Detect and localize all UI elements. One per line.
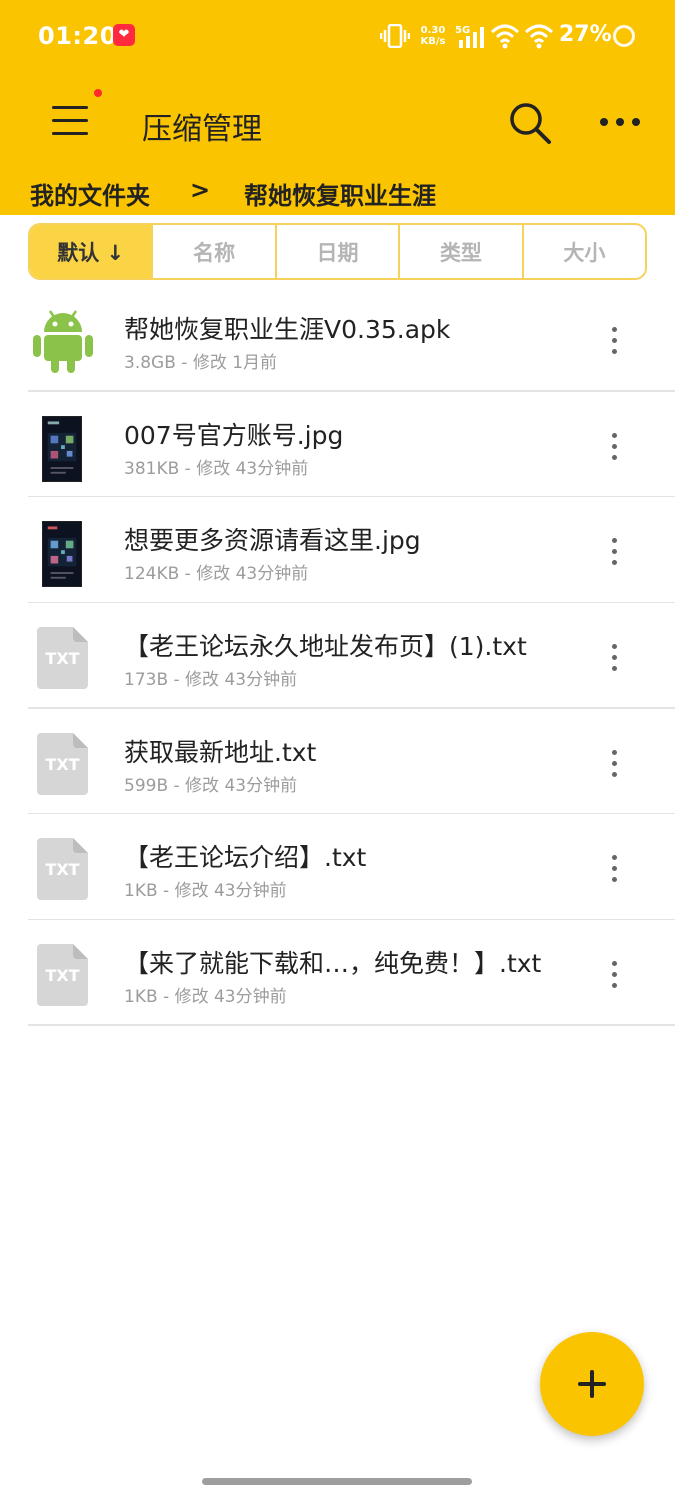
qr-image-thumbnail-icon [42, 415, 82, 482]
file-more-menu-icon[interactable] [596, 638, 632, 678]
wifi-icon-secondary [524, 24, 554, 49]
sort-tab-default[interactable]: 默认 ↓ [30, 225, 154, 278]
file-row[interactable]: TXT 【老王论坛永久地址发布页】(1).txt 173B - 修改 43分钟前 [0, 603, 675, 709]
txt-icon-label: TXT [45, 966, 80, 986]
file-name: 【来了就能下载和…，纯免费！】.txt [124, 949, 542, 979]
breadcrumb-separator: > [190, 176, 211, 204]
file-name: 想要更多资源请看这里.jpg [124, 526, 421, 556]
cellular-signal-icon: 5G [455, 25, 484, 48]
net-speed-value: 0.30 [420, 25, 446, 36]
status-bar: 01:20 ❤ 0.30 KB/s 5G 27% [0, 0, 675, 72]
file-meta: 173B - 修改 43分钟前 [124, 670, 298, 691]
notification-app-icon: ❤ [113, 24, 135, 46]
sort-tabs: 默认 ↓ 名称 日期 类型 大小 [28, 223, 647, 280]
txt-icon-label: TXT [45, 860, 80, 880]
add-button[interactable] [540, 1332, 644, 1436]
net-speed-unit: KB/s [420, 36, 446, 47]
txt-file-icon: TXT [30, 830, 96, 902]
file-meta: 1KB - 修改 43分钟前 [124, 881, 287, 902]
battery-icon [613, 25, 635, 47]
file-more-menu-icon[interactable] [596, 744, 632, 784]
sort-tab-type[interactable]: 类型 [400, 225, 524, 278]
file-list: 帮她恢复职业生涯V0.35.apk 3.8GB - 修改 1月前 007号官方账… [0, 286, 675, 1026]
txt-file-icon: TXT [30, 619, 96, 691]
image-thumbnail [30, 408, 96, 482]
file-row[interactable]: 帮她恢复职业生涯V0.35.apk 3.8GB - 修改 1月前 [0, 286, 675, 392]
file-row[interactable]: 想要更多资源请看这里.jpg 124KB - 修改 43分钟前 [0, 497, 675, 604]
txt-file-icon: TXT [30, 725, 96, 797]
file-row[interactable]: 007号官方账号.jpg 381KB - 修改 43分钟前 [0, 392, 675, 498]
file-meta: 3.8GB - 修改 1月前 [124, 353, 278, 373]
page-title: 压缩管理 [142, 112, 262, 147]
net-speed: 0.30 KB/s [417, 25, 449, 47]
file-name: 【老王论坛介绍】.txt [124, 843, 367, 873]
app-header: 01:20 ❤ 0.30 KB/s 5G 27% 压缩管理 我的文件夹 > 帮她… [0, 0, 675, 215]
file-meta: 124KB - 修改 43分钟前 [124, 564, 309, 585]
sort-tab-name[interactable]: 名称 [153, 225, 277, 278]
file-name: 007号官方账号.jpg [124, 420, 344, 450]
file-more-menu-icon[interactable] [596, 427, 632, 467]
sort-tab-size[interactable]: 大小 [524, 225, 645, 278]
wifi-icon [490, 24, 520, 49]
hamburger-menu-button[interactable] [44, 98, 96, 144]
breadcrumb-root[interactable]: 我的文件夹 [30, 176, 150, 211]
sort-tab-date[interactable]: 日期 [277, 225, 401, 278]
file-more-menu-icon[interactable] [596, 321, 632, 361]
txt-icon-label: TXT [45, 754, 80, 774]
row-divider [28, 1024, 675, 1026]
file-name: 获取最新地址.txt [124, 737, 317, 767]
battery-percentage: 27% [559, 22, 612, 47]
file-more-menu-icon[interactable] [596, 532, 632, 572]
qr-image-thumbnail-icon [42, 521, 82, 588]
file-meta: 1KB - 修改 43分钟前 [124, 987, 287, 1008]
file-more-menu-icon[interactable] [596, 955, 632, 995]
file-more-menu-icon[interactable] [596, 849, 632, 889]
vibrate-icon [380, 24, 410, 48]
file-meta: 381KB - 修改 43分钟前 [124, 458, 309, 479]
menu-notification-dot [94, 89, 102, 97]
file-row[interactable]: TXT 【来了就能下载和…，纯免费！】.txt 1KB - 修改 43分钟前 [0, 920, 675, 1026]
file-meta: 599B - 修改 43分钟前 [124, 775, 298, 796]
plus-icon-vertical [590, 1370, 594, 1398]
txt-icon-label: TXT [45, 649, 80, 669]
file-name: 帮她恢复职业生涯V0.35.apk [124, 315, 451, 344]
status-time: 01:20 [38, 22, 117, 50]
breadcrumb-current[interactable]: 帮她恢复职业生涯 [244, 176, 436, 211]
svg-text:5G: 5G [455, 25, 470, 36]
home-indicator[interactable] [202, 1478, 472, 1485]
txt-file-icon: TXT [30, 936, 96, 1008]
file-row[interactable]: TXT 【老王论坛介绍】.txt 1KB - 修改 43分钟前 [0, 814, 675, 921]
file-name: 【老王论坛永久地址发布页】(1).txt [124, 632, 527, 662]
image-thumbnail [30, 513, 96, 588]
android-apk-icon [33, 310, 93, 373]
more-horizontal-icon[interactable] [592, 100, 648, 144]
file-row[interactable]: TXT 获取最新地址.txt 599B - 修改 43分钟前 [0, 709, 675, 815]
search-icon[interactable] [505, 98, 555, 148]
